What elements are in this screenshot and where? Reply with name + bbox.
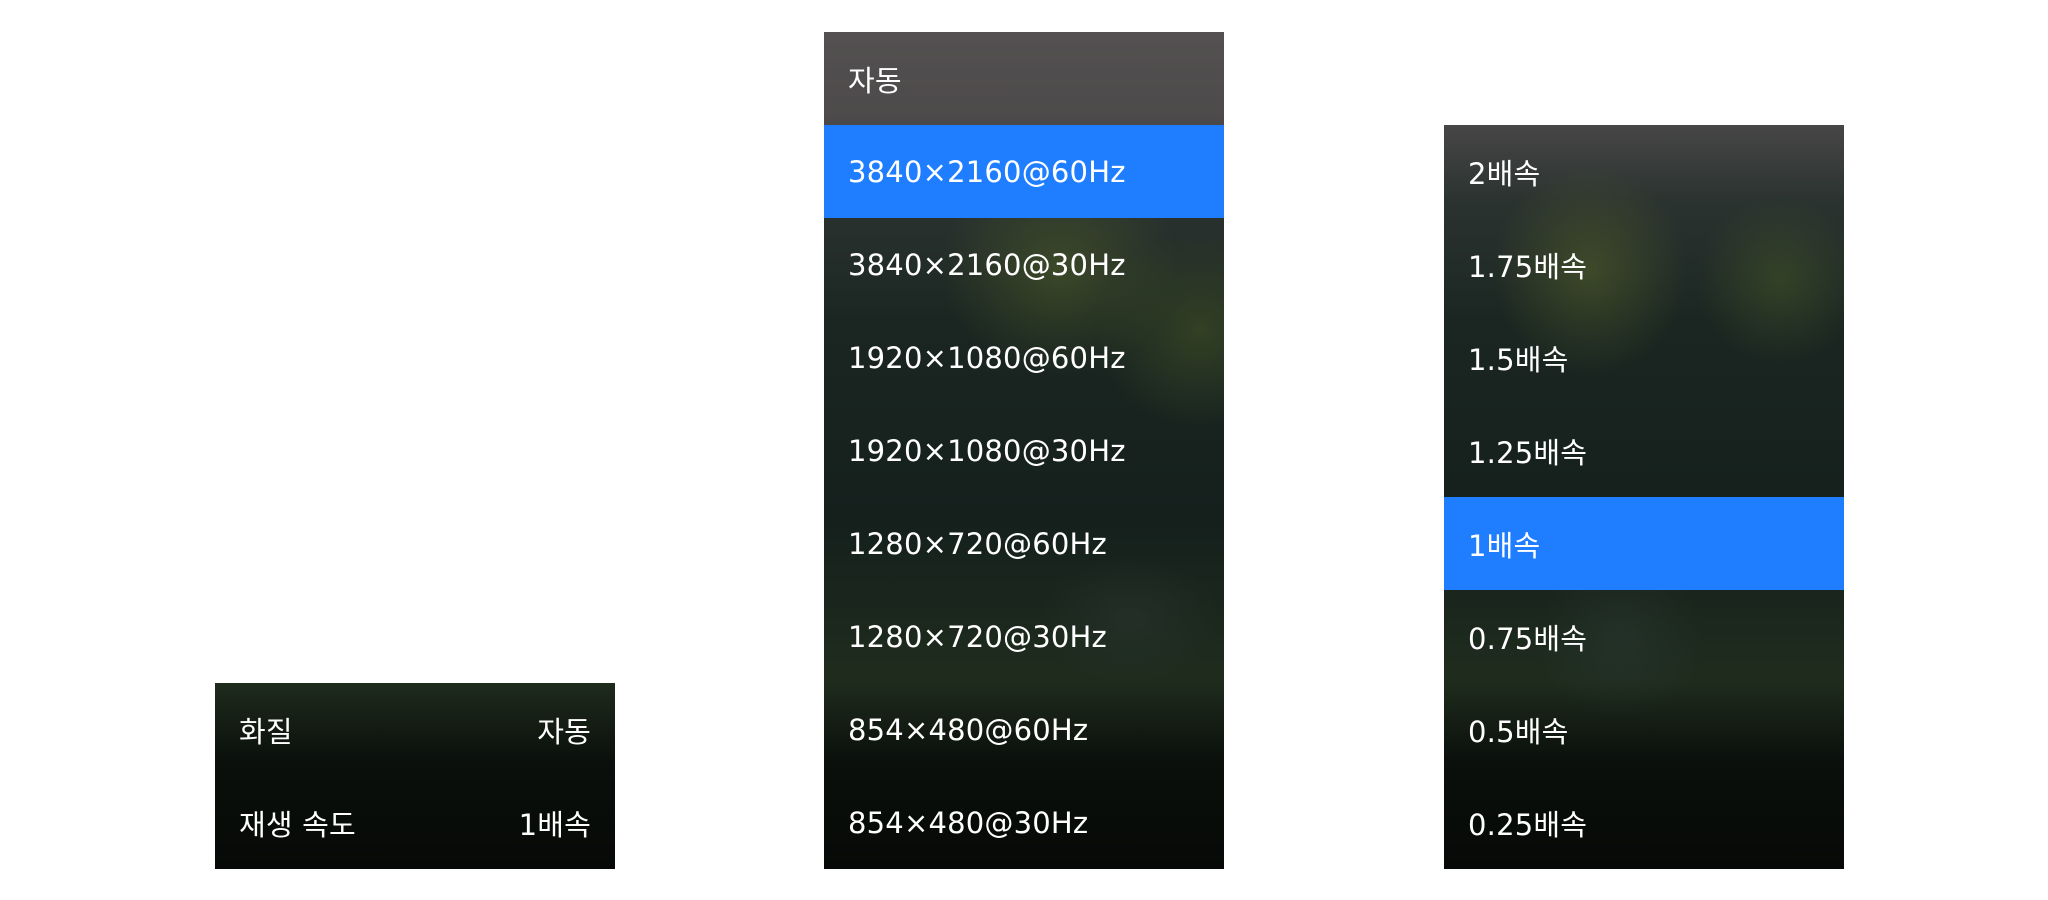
speed-option-label: 0.75배속	[1468, 621, 1588, 656]
speed-option-label: 0.5배속	[1468, 714, 1569, 749]
speed-option-label: 1.25배속	[1468, 435, 1588, 470]
quality-options-menu: 자동 3840×2160@60Hz 3840×2160@30Hz 1920×10…	[824, 32, 1224, 869]
quality-option-label: 3840×2160@30Hz	[848, 247, 1126, 282]
quality-option-label: 854×480@60Hz	[848, 712, 1089, 747]
playback-speed-label: 재생 속도	[239, 807, 356, 842]
speed-option-label: 2배속	[1468, 156, 1541, 191]
speed-option-label: 0.25배속	[1468, 807, 1588, 842]
quality-option-label: 854×480@30Hz	[848, 805, 1089, 840]
speed-option-label: 1배속	[1468, 528, 1541, 563]
quality-option[interactable]: 1280×720@60Hz	[824, 497, 1224, 590]
quality-option-label: 자동	[848, 63, 902, 98]
speed-option[interactable]: 0.5배속	[1444, 683, 1844, 776]
settings-menu-panel: 화질 자동 재생 속도 1배속	[215, 683, 615, 869]
quality-option[interactable]: 854×480@60Hz	[824, 683, 1224, 776]
quality-current-value: 자동	[537, 714, 591, 749]
settings-row-quality[interactable]: 화질 자동	[215, 683, 615, 776]
settings-row-playback-speed[interactable]: 재생 속도 1배속	[215, 776, 615, 869]
speed-option[interactable]: 2배속	[1444, 125, 1844, 218]
speed-option[interactable]: 0.25배속	[1444, 776, 1844, 869]
quality-option-label: 1920×1080@60Hz	[848, 340, 1126, 375]
quality-option[interactable]: 1920×1080@60Hz	[824, 311, 1224, 404]
quality-option[interactable]: 3840×2160@30Hz	[824, 218, 1224, 311]
speed-option[interactable]: 1.75배속	[1444, 218, 1844, 311]
quality-option[interactable]: 854×480@30Hz	[824, 776, 1224, 869]
speed-option[interactable]: 1.5배속	[1444, 311, 1844, 404]
quality-option-label: 1280×720@60Hz	[848, 526, 1107, 561]
speed-option-label: 1.75배속	[1468, 249, 1588, 284]
speed-option[interactable]: 0.75배속	[1444, 590, 1844, 683]
quality-option-label: 3840×2160@60Hz	[848, 154, 1126, 189]
speed-option-selected[interactable]: 1배속	[1444, 497, 1844, 590]
quality-label: 화질	[239, 714, 293, 749]
playback-speed-current-value: 1배속	[518, 807, 591, 842]
quality-option[interactable]: 자동	[824, 32, 1224, 125]
quality-option-label: 1920×1080@30Hz	[848, 433, 1126, 468]
quality-option-selected[interactable]: 3840×2160@60Hz	[824, 125, 1224, 218]
quality-option[interactable]: 1920×1080@30Hz	[824, 404, 1224, 497]
playback-speed-options-menu: 2배속 1.75배속 1.5배속 1.25배속 1배속 0.75배속 0.5배속…	[1444, 125, 1844, 869]
speed-option[interactable]: 1.25배속	[1444, 404, 1844, 497]
quality-option-label: 1280×720@30Hz	[848, 619, 1107, 654]
quality-option[interactable]: 1280×720@30Hz	[824, 590, 1224, 683]
speed-option-label: 1.5배속	[1468, 342, 1569, 377]
